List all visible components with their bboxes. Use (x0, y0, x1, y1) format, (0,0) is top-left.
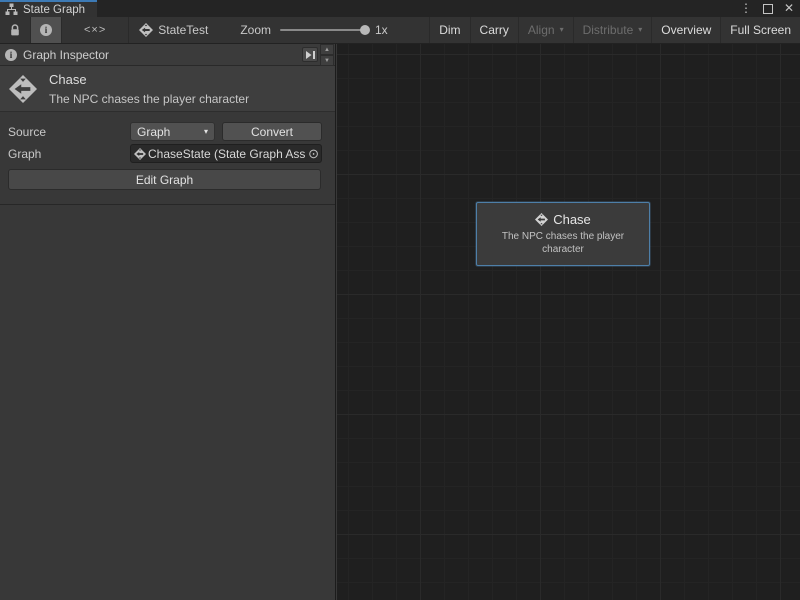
graph-canvas[interactable]: Chase The NPC chases the player characte… (337, 44, 800, 600)
graph-label: Graph (8, 147, 41, 161)
object-picker-icon[interactable]: ⊙ (308, 147, 319, 160)
carry-label: Carry (480, 23, 509, 37)
convert-button[interactable]: Convert (222, 122, 322, 141)
close-icon[interactable]: ✕ (784, 0, 794, 17)
code-view-button[interactable]: <×> (62, 17, 129, 43)
dim-button[interactable]: Dim (429, 17, 469, 43)
zoom-label: Zoom (240, 23, 271, 37)
fullscreen-label: Full Screen (730, 23, 791, 37)
graph-object-field[interactable]: ChaseState (State Graph Ass ⊙ (130, 144, 322, 163)
kebab-menu-icon[interactable]: ⋮ (740, 0, 752, 17)
graph-breadcrumb[interactable]: StateTest (129, 17, 218, 43)
code-icon: <×> (84, 24, 106, 36)
source-dropdown-value: Graph (137, 125, 170, 139)
zoom-control: Zoom 1x (218, 17, 387, 43)
tab-state-graph[interactable]: State Graph (0, 0, 97, 17)
edit-graph-button[interactable]: Edit Graph (8, 169, 321, 190)
graph-hierarchy-icon (5, 3, 18, 16)
node-title-row: Chase (535, 212, 591, 227)
info-icon: i (5, 49, 17, 61)
dim-label: Dim (439, 23, 460, 37)
window-controls: ⋮ ✕ (740, 0, 794, 17)
fullscreen-button[interactable]: Full Screen (720, 17, 800, 43)
scroll-up-button[interactable]: ▲ (320, 44, 334, 55)
lock-icon (9, 24, 21, 37)
panel-scroll-spinner: ▲ ▼ (320, 44, 334, 66)
scroll-down-button[interactable]: ▼ (320, 55, 334, 66)
node-description: The NPC chases the player character (487, 230, 639, 256)
state-machine-icon (134, 148, 146, 160)
tab-label: State Graph (23, 4, 85, 16)
state-machine-icon (9, 75, 37, 103)
zoom-slider-handle[interactable] (360, 25, 370, 35)
overview-label: Overview (661, 23, 711, 37)
state-title: Chase (49, 72, 249, 87)
arrow-down-icon: ▼ (324, 58, 330, 64)
inspector-header: i Graph Inspector ▲ ▼ (0, 44, 335, 66)
zoom-value: 1x (375, 23, 388, 37)
carry-button[interactable]: Carry (470, 17, 518, 43)
state-description: The NPC chases the player character (49, 92, 249, 106)
dock-icon (305, 50, 316, 60)
chevron-down-icon: ▾ (560, 26, 564, 34)
source-dropdown[interactable]: Graph ▾ (130, 122, 215, 141)
inspector-empty-area (0, 204, 335, 600)
state-summary-header: Chase The NPC chases the player characte… (0, 66, 335, 112)
inspector-toggle-button[interactable]: i (31, 17, 62, 43)
state-machine-icon (139, 23, 153, 37)
dock-panel-button[interactable] (302, 47, 318, 62)
toolbar-right-group: Dim Carry Align ▾ Distribute ▾ Overview … (429, 17, 800, 43)
graph-object-value: ChaseState (State Graph Ass (148, 147, 308, 161)
align-label: Align (528, 23, 555, 37)
node-title: Chase (553, 212, 591, 227)
edit-graph-label: Edit Graph (136, 173, 193, 187)
distribute-button[interactable]: Distribute ▾ (573, 17, 652, 43)
graph-inspector-panel: i Graph Inspector ▲ ▼ Chase The NPC chas… (0, 44, 336, 600)
inspector-title: Graph Inspector (23, 48, 109, 62)
zoom-slider[interactable] (280, 29, 366, 31)
align-button[interactable]: Align ▾ (518, 17, 573, 43)
state-summary-text: Chase The NPC chases the player characte… (49, 72, 249, 106)
breadcrumb-label: StateTest (158, 23, 208, 37)
arrow-up-icon: ▲ (324, 47, 330, 53)
source-label: Source (8, 125, 46, 139)
overview-button[interactable]: Overview (651, 17, 720, 43)
state-machine-icon (535, 213, 548, 226)
convert-label: Convert (251, 125, 293, 139)
chevron-down-icon: ▾ (638, 26, 642, 34)
title-bar: State Graph ⋮ ✕ (0, 0, 800, 17)
maximize-icon[interactable] (763, 4, 773, 14)
chevron-down-icon: ▾ (204, 128, 208, 136)
distribute-label: Distribute (583, 23, 634, 37)
info-icon: i (40, 24, 52, 36)
toolbar: i <×> StateTest Zoom 1x Dim Carry Align … (0, 17, 800, 44)
lock-button[interactable] (0, 17, 31, 43)
state-node-chase[interactable]: Chase The NPC chases the player characte… (476, 202, 650, 266)
